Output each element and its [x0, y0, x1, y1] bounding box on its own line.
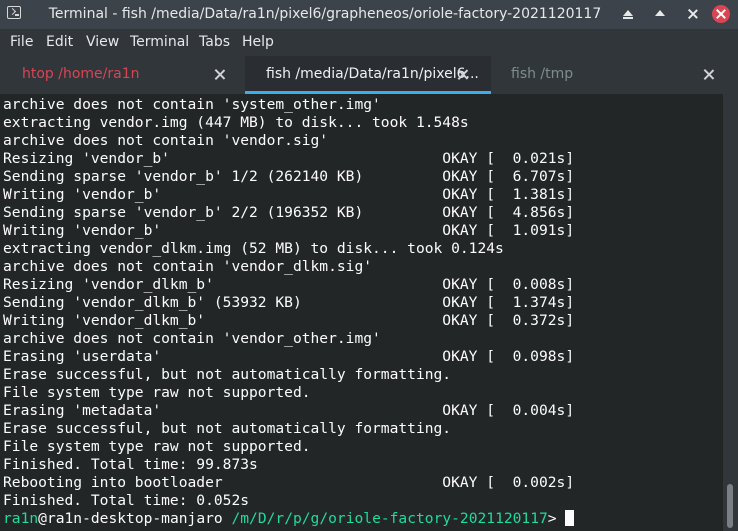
title-bar[interactable]: Terminal - fish /media/Data/ra1n/pixel6/… [0, 0, 738, 29]
prompt-host: ra1n-desktop-manjaro [46, 510, 223, 527]
terminal-line: extracting vendor.img (447 MB) to disk..… [3, 114, 469, 131]
terminal-line: Sending sparse 'vendor_b' 2/2 (196352 KB… [3, 204, 575, 221]
menu-bar: File Edit View Terminal Tabs Help [0, 29, 738, 56]
terminal-line: Writing 'vendor_b' OKAY [ 1.381s] [3, 186, 575, 203]
terminal-line: archive does not contain 'vendor.sig' [3, 132, 329, 149]
tab-fish-tmp[interactable]: fish /tmp [491, 56, 738, 94]
scrollbar-thumb[interactable] [727, 484, 733, 528]
vertical-scrollbar[interactable] [723, 94, 738, 531]
menu-help[interactable]: Help [242, 34, 274, 50]
terminal-line: archive does not contain 'vendor_other.i… [3, 330, 381, 347]
tab-label: fish /media/Data/ra1n/pixel6... [266, 66, 479, 82]
terminal-line: Resizing 'vendor_dlkm_b' OKAY [ 0.008s] [3, 276, 575, 293]
terminal-line: Erasing 'metadata' OKAY [ 0.004s] [3, 402, 575, 419]
prompt-path: /m/D/r/p/g/oriole-factory-2021120117 [231, 510, 548, 527]
terminal-line: Erase successful, but not automatically … [3, 366, 452, 383]
menu-view[interactable]: View [86, 34, 119, 50]
terminal-line: File system type raw not supported. [3, 438, 311, 455]
tab-label: fish /tmp [511, 66, 574, 82]
menu-terminal[interactable]: Terminal [130, 34, 189, 50]
terminal-line: Erasing 'userdata' OKAY [ 0.098s] [3, 348, 575, 365]
terminal-line: Resizing 'vendor_b' OKAY [ 0.021s] [3, 150, 575, 167]
terminal-line: Sending sparse 'vendor_b' 1/2 (262140 KB… [3, 168, 575, 185]
terminal-line: Finished. Total time: 0.052s [3, 492, 250, 509]
terminal-line: File system type raw not supported. [3, 384, 311, 401]
terminal-output[interactable]: archive does not contain 'system_other.i… [0, 94, 723, 531]
text-cursor [565, 510, 575, 526]
restore-icon[interactable] [685, 6, 701, 22]
tab-bar: htop /home/ra1n fish /media/Data/ra1n/pi… [0, 56, 738, 94]
window-title: Terminal - fish /media/Data/ra1n/pixel6/… [48, 6, 602, 22]
close-tab-icon[interactable] [457, 69, 468, 80]
close-tab-icon[interactable] [703, 69, 714, 80]
terminal-line: archive does not contain 'vendor_dlkm.si… [3, 258, 373, 275]
tab-htop[interactable]: htop /home/ra1n [0, 56, 245, 94]
shell-prompt[interactable]: ra1n@ra1n-desktop-manjaro /m/D/r/p/g/ori… [3, 510, 575, 528]
minimize-icon[interactable] [620, 6, 636, 22]
maximize-icon[interactable] [652, 6, 668, 22]
terminal-line: archive does not contain 'system_other.i… [3, 96, 381, 113]
close-icon[interactable] [712, 5, 730, 23]
menu-edit[interactable]: Edit [46, 34, 73, 50]
terminal-line: Sending 'vendor_dlkm_b' (53932 KB) OKAY … [3, 294, 575, 311]
prompt-symbol: > [547, 510, 566, 527]
terminal-line: extracting vendor_dlkm.img (52 MB) to di… [3, 240, 504, 257]
prompt-user: ra1n [3, 510, 39, 527]
tab-fish-media[interactable]: fish /media/Data/ra1n/pixel6... [245, 56, 491, 94]
terminal-line: Erase successful, but not automatically … [3, 420, 452, 437]
tab-label: htop /home/ra1n [22, 66, 140, 82]
terminal-line: Finished. Total time: 99.873s [3, 456, 258, 473]
terminal-line: Writing 'vendor_b' OKAY [ 1.091s] [3, 222, 575, 239]
prompt-at: @ [38, 510, 47, 527]
terminal-line: Rebooting into bootloader OKAY [ 0.002s] [3, 474, 575, 491]
close-tab-icon[interactable] [214, 69, 225, 80]
terminal-line: Writing 'vendor_dlkm_b' OKAY [ 0.372s] [3, 312, 575, 329]
menu-tabs[interactable]: Tabs [199, 34, 230, 50]
menu-file[interactable]: File [10, 34, 33, 50]
